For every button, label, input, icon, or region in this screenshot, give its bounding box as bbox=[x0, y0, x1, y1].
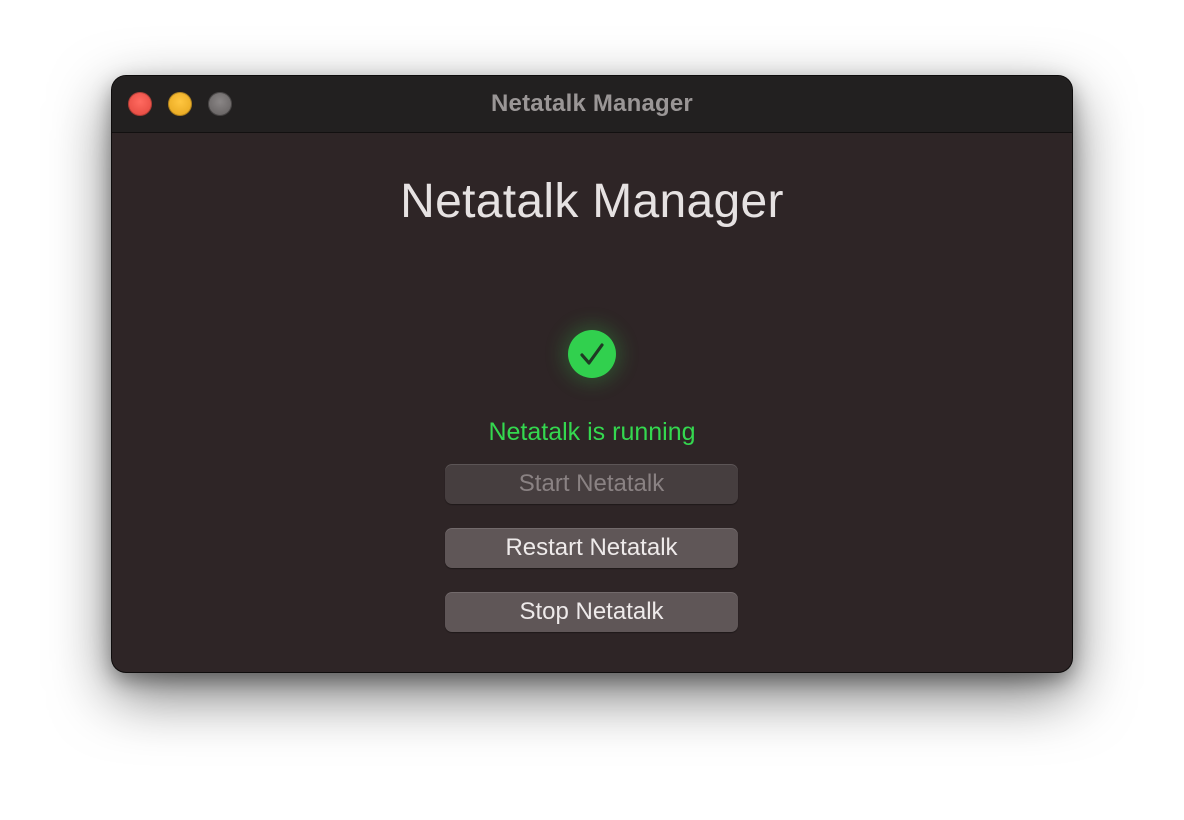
app-window: Netatalk Manager Netatalk Manager Netata… bbox=[112, 76, 1072, 672]
page-title: Netatalk Manager bbox=[400, 175, 784, 228]
window-title: Netatalk Manager bbox=[491, 90, 693, 117]
checkmark-circle-icon bbox=[568, 330, 616, 378]
status-text: Netatalk is running bbox=[488, 418, 696, 446]
start-netatalk-button[interactable]: Start Netatalk bbox=[445, 464, 738, 504]
restart-netatalk-button[interactable]: Restart Netatalk bbox=[445, 528, 738, 568]
title-bar[interactable]: Netatalk Manager bbox=[112, 76, 1072, 133]
stop-netatalk-button[interactable]: Stop Netatalk bbox=[445, 592, 738, 632]
